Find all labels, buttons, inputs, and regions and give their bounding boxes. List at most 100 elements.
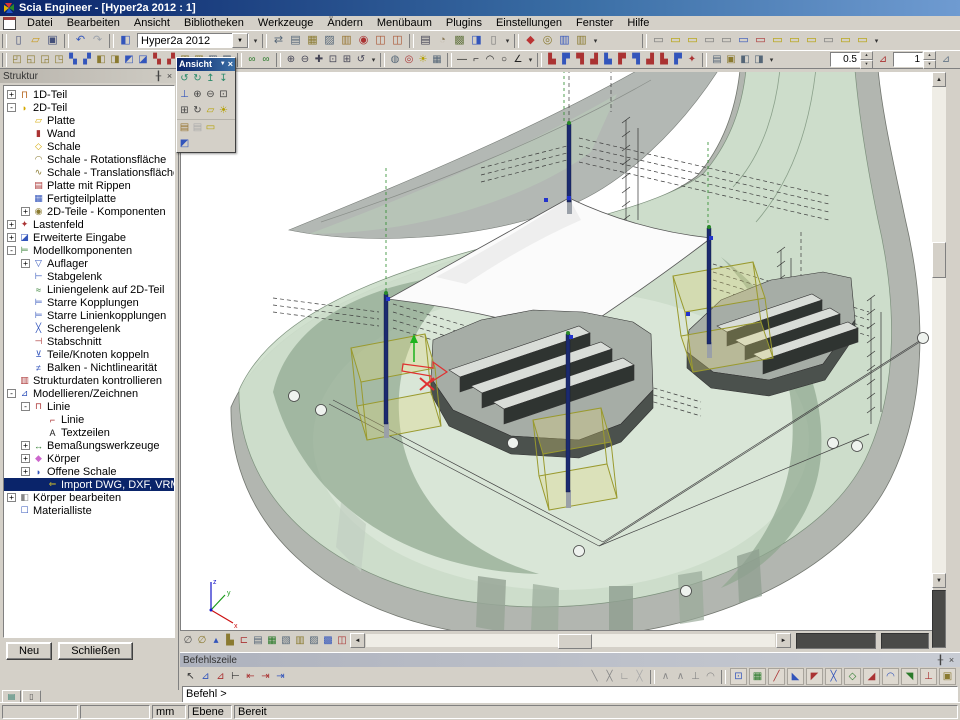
tree-item[interactable]: ∿ Schale - Translationsfläche xyxy=(4,166,174,179)
tree-item[interactable]: + ✦ Lastenfeld xyxy=(4,218,174,231)
layer-6-icon[interactable]: ▭ xyxy=(854,33,871,49)
paint-icon[interactable]: ◆ xyxy=(522,33,539,49)
hatch-view-icon[interactable]: ▧ xyxy=(279,634,293,648)
open-folder-icon[interactable]: ▱ xyxy=(27,33,44,49)
tree-item[interactable]: ▱ Platte xyxy=(4,114,174,127)
array-icon[interactable]: ▚ xyxy=(66,53,80,67)
load7-icon[interactable]: ▙ xyxy=(657,53,671,67)
tree-item[interactable]: + ◪ Erweiterte Eingabe xyxy=(4,231,174,244)
struktur-tree[interactable]: + Π 1D-Teil - ◗ 2D-Teil ▱ Platte ▮ Wand xyxy=(3,85,175,638)
schliessen-button[interactable]: Schließen xyxy=(58,642,133,660)
layer-sel-icon[interactable]: ▭ xyxy=(735,33,752,49)
tree-expand-toggle[interactable]: - xyxy=(7,246,16,255)
palette-dropdown-icon[interactable]: ▼ xyxy=(220,58,226,71)
tree-item[interactable]: + ◆ Körper xyxy=(4,452,174,465)
photo2-icon[interactable]: ▤ xyxy=(191,121,204,135)
layers-overflow-icon[interactable]: ▾ xyxy=(872,37,881,45)
pin-icon[interactable]: ╂ xyxy=(935,655,946,666)
hscroll-right-icon[interactable]: ► xyxy=(776,633,791,648)
tree-expand-toggle[interactable]: + xyxy=(7,233,16,242)
spin-up-icon[interactable]: ▲ xyxy=(923,51,936,60)
walk-icon[interactable]: ◨ xyxy=(752,53,766,67)
movenode-icon[interactable]: ✦ xyxy=(685,53,699,67)
layer-3-icon[interactable]: ▭ xyxy=(803,33,820,49)
clip-icon[interactable]: ▱ xyxy=(204,104,217,118)
tree-item[interactable]: + ◗ Offene Schale xyxy=(4,465,174,478)
load8-icon[interactable]: ▛ xyxy=(671,53,685,67)
load3-icon[interactable]: ▙ xyxy=(601,53,615,67)
tree-expand-toggle[interactable]: - xyxy=(7,103,16,112)
newdoc-icon[interactable]: ▯ xyxy=(485,33,502,49)
hscroll-left-icon[interactable]: ◄ xyxy=(350,633,365,648)
layer-2-icon[interactable]: ▭ xyxy=(786,33,803,49)
tabkey-icon[interactable]: ⊢ xyxy=(228,669,243,684)
tree-expand-toggle[interactable] xyxy=(21,298,30,307)
tree-expand-toggle[interactable]: - xyxy=(21,402,30,411)
angle-grid-icon[interactable]: ⊿ xyxy=(876,53,890,67)
menu-item[interactable]: Werkzeuge xyxy=(251,16,320,30)
tree-item[interactable]: + Π 1D-Teil xyxy=(4,88,174,101)
offset-icon[interactable]: ▞ xyxy=(80,53,94,67)
snap-mid-icon[interactable]: ◤ xyxy=(806,668,823,685)
pointer-icon[interactable]: ↖ xyxy=(183,669,198,684)
tree-item[interactable]: - ◗ 2D-Teil xyxy=(4,101,174,114)
combo-overflow-icon[interactable]: ▾ xyxy=(251,37,260,45)
tree-expand-toggle[interactable] xyxy=(21,129,30,138)
rotate-up-icon[interactable]: ↥ xyxy=(204,72,217,86)
polyline-icon[interactable]: ⌐ xyxy=(469,53,483,67)
split-icon[interactable]: ▚ xyxy=(150,53,164,67)
up2-icon[interactable]: ∧ xyxy=(673,669,688,684)
undo-icon[interactable]: ↶ xyxy=(72,33,89,49)
layer-manager-icon[interactable]: ▭ xyxy=(650,33,667,49)
snap-arc-icon[interactable]: ◠ xyxy=(882,668,899,685)
tree-expand-toggle[interactable] xyxy=(21,194,30,203)
tree-item[interactable]: ⊨ Starre Kopplungen xyxy=(4,296,174,309)
prev-view-icon[interactable]: ↺ xyxy=(354,53,368,67)
redraw-icon[interactable]: ◍ xyxy=(388,53,402,67)
layer-copy-icon[interactable]: ▭ xyxy=(684,33,701,49)
tree-item[interactable]: ⌐ Linie xyxy=(4,413,174,426)
load2-icon[interactable]: ▟ xyxy=(587,53,601,67)
node-label-icon[interactable]: ▴ xyxy=(209,634,223,648)
zoomext-icon[interactable]: ⊞ xyxy=(178,104,191,118)
extend-icon[interactable]: ◨ xyxy=(108,53,122,67)
load4-icon[interactable]: ▛ xyxy=(615,53,629,67)
menu-item[interactable]: Plugins xyxy=(439,16,489,30)
tree-item[interactable]: ▤ Platte mit Rippen xyxy=(4,179,174,192)
snap-node-icon[interactable]: ◇ xyxy=(844,668,861,685)
update-icon[interactable]: ⇄ xyxy=(270,33,287,49)
tree-item[interactable]: A Textzeilen xyxy=(4,426,174,439)
light-icon[interactable]: ☀ xyxy=(416,53,430,67)
surface-icon[interactable]: ▙ xyxy=(223,634,237,648)
vscroll-thumb[interactable] xyxy=(932,242,946,278)
tree-item[interactable]: ▮ Wand xyxy=(4,127,174,140)
camera-icon[interactable]: ◧ xyxy=(738,53,752,67)
tree-expand-toggle[interactable] xyxy=(7,506,16,515)
tools-overflow-icon[interactable]: ▾ xyxy=(591,37,600,45)
namedview-icon[interactable]: ▣ xyxy=(724,53,738,67)
zoom-overflow-icon[interactable]: ▾ xyxy=(369,56,378,64)
spin-down-icon[interactable]: ▼ xyxy=(923,60,936,69)
tree-item[interactable]: ≈ Liniengelenk auf 2D-Teil xyxy=(4,283,174,296)
close-icon[interactable]: × xyxy=(946,655,957,666)
tree-item[interactable]: ◠ Schale - Rotationsfläche xyxy=(4,153,174,166)
last-icon[interactable]: ⇥ xyxy=(273,669,288,684)
viewport[interactable]: z y x xyxy=(180,72,933,630)
load6-icon[interactable]: ▟ xyxy=(643,53,657,67)
viewport-canvas[interactable]: z y x xyxy=(181,72,933,630)
ansicht-palette[interactable]: Ansicht ▼ × ↺↻↥↧ ⊥⊕⊖⊡ ⊞↻▱☀ ▤▤▭ ◩ xyxy=(176,57,236,153)
move-icon[interactable]: ◰ xyxy=(10,53,24,67)
perp-icon[interactable]: ⊥ xyxy=(688,669,703,684)
shade-icon[interactable]: ∅ xyxy=(195,634,209,648)
render-view-icon[interactable]: ▩ xyxy=(321,634,335,648)
cross-icon[interactable]: ╳ xyxy=(602,669,617,684)
tree-item[interactable]: + ◧ Körper bearbeiten xyxy=(4,491,174,504)
zoom-minus-icon[interactable]: ⊖ xyxy=(298,53,312,67)
mirror-icon[interactable]: ◳ xyxy=(52,53,66,67)
ansicht-palette-header[interactable]: Ansicht ▼ × xyxy=(177,58,235,71)
fillet-icon[interactable]: ◩ xyxy=(122,53,136,67)
snap-tan-icon[interactable]: ◥ xyxy=(901,668,918,685)
tree-item[interactable]: ⊻ Teile/Knoten koppeln xyxy=(4,348,174,361)
tree-expand-toggle[interactable] xyxy=(21,168,30,177)
load5-icon[interactable]: ▜ xyxy=(629,53,643,67)
